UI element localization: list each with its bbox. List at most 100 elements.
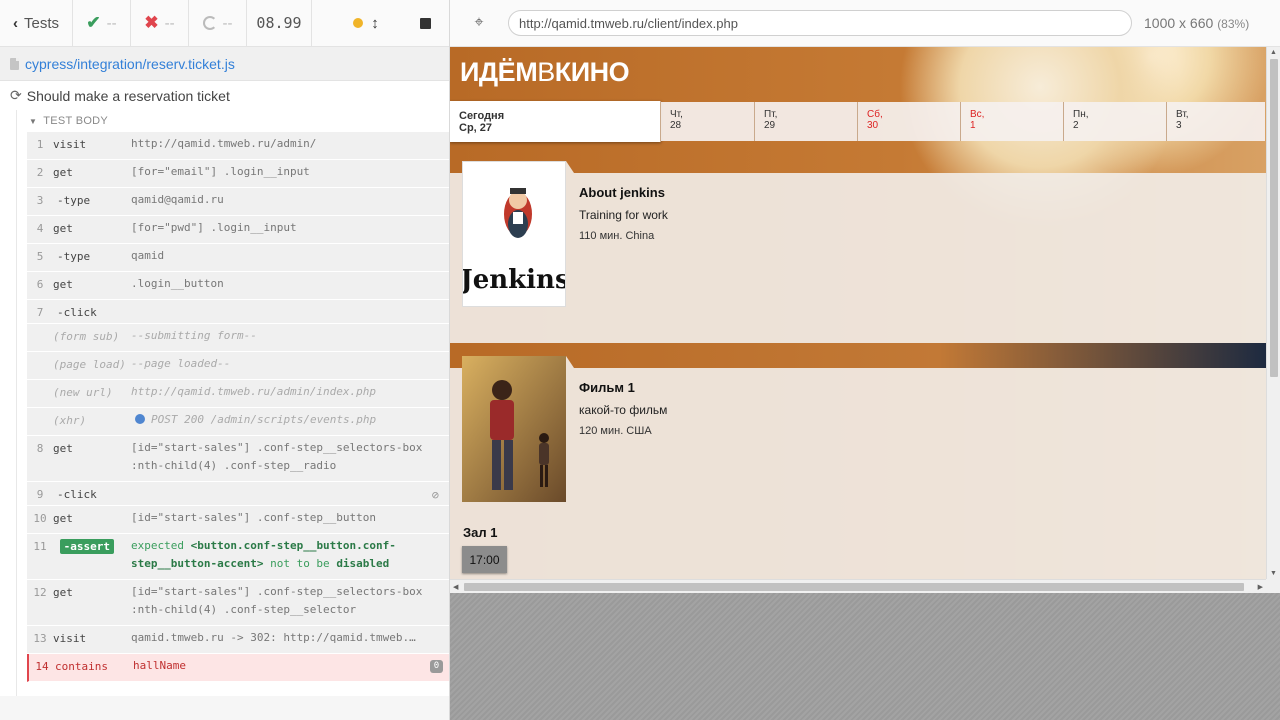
command-number: 2 (36, 166, 44, 179)
pending-circle-icon (202, 16, 217, 30)
movie-poster (462, 356, 566, 502)
scroll-down-icon[interactable]: ▼ (1270, 570, 1277, 577)
tests-back-button[interactable]: ‹ Tests (0, 0, 73, 47)
command-number (27, 324, 53, 330)
hall-name: Зал 1 (463, 525, 498, 540)
scroll-up-icon[interactable]: ▲ (1270, 49, 1277, 56)
command-row[interactable]: 10 get [id="start-sales"] .conf-step__bu… (27, 506, 449, 534)
poster-title: Jenkins (463, 265, 566, 295)
stop-button[interactable] (401, 0, 449, 47)
day-fri[interactable]: Пт, 29 (755, 102, 858, 141)
day-mon[interactable]: Пн, 2 (1064, 102, 1167, 141)
command-number: 10 (33, 512, 47, 525)
command-message: qamid (131, 249, 165, 262)
header-spacer (312, 0, 331, 47)
command-row[interactable]: 2 get [for="email"] .login__input (27, 160, 449, 188)
url-bar[interactable]: http://qamid.tmweb.ru/client/index.php (508, 10, 1132, 36)
failed-command-row[interactable]: 14 contains hallName 0 (27, 654, 449, 682)
movie-meta: 110 мин. China (579, 230, 655, 242)
command-name: get (53, 442, 73, 455)
day-dow: Пт, (764, 109, 778, 120)
command-message: POST 200 /admin/scripts/events.php (131, 405, 449, 435)
arrow-up-down-icon: ↕ (371, 14, 379, 32)
movie-meta: 120 мин. США (579, 425, 652, 437)
horizontal-scroll-thumb[interactable] (464, 583, 1244, 591)
command-name: (xhr) (53, 414, 87, 427)
test-body: ▼ TEST BODY 1 visit http://qamid.tmweb.r… (16, 110, 449, 696)
command-name: -click (57, 306, 97, 319)
day-today[interactable]: Сегодня Ср, 27 (450, 101, 661, 142)
command-row[interactable]: 12 get [id="start-sales"] .conf-step__se… (27, 580, 449, 626)
day-date: 28 (670, 120, 682, 131)
scroll-right-icon[interactable]: ▶ (1258, 583, 1263, 591)
day-dow: Сб, (867, 109, 883, 120)
command-message: [for="pwd"] .login__input (131, 221, 297, 234)
assert-state: disabled (336, 557, 390, 570)
element-count-badge: 0 (430, 660, 443, 673)
failed-count: -- (164, 14, 175, 32)
viewport-info[interactable]: 1000 x 660 (83%) (1144, 15, 1249, 31)
day-thu[interactable]: Чт, 28 (661, 102, 755, 141)
scroll-left-icon[interactable]: ◀ (453, 583, 458, 591)
horizontal-scrollbar[interactable]: ◀ ▶ (450, 579, 1266, 593)
command-name: -click (57, 488, 97, 501)
event-row[interactable]: (form sub) --submitting form-- (27, 324, 449, 352)
viewport-scale: (83%) (1217, 17, 1250, 31)
film-poster-image (462, 356, 566, 502)
test-title[interactable]: ⟳ Should make a reservation ticket (0, 81, 449, 110)
command-row[interactable]: 4 get [for="pwd"] .login__input (27, 216, 449, 244)
day-date: 1 (970, 120, 976, 131)
command-row[interactable]: 6 get .login__button (27, 272, 449, 300)
movie-description: какой-то фильм (579, 403, 668, 417)
day-dow: Сегодня (459, 110, 505, 122)
vertical-scrollbar[interactable]: ▲ ▼ (1266, 47, 1280, 579)
command-number: 5 (36, 250, 44, 263)
movie-card: Фильм 1 какой-то фильм 120 мин. США Зал … (450, 356, 1266, 580)
xhr-row[interactable]: (xhr) POST 200 /admin/scripts/events.php (27, 408, 449, 436)
auto-scroll-toggle[interactable]: ↕ (331, 0, 401, 47)
movie-title[interactable]: Фильм 1 (579, 380, 635, 395)
command-name: get (53, 166, 73, 179)
command-name: (new url) (53, 386, 113, 399)
day-tue[interactable]: Вт, 3 (1167, 102, 1265, 141)
command-message (131, 297, 449, 309)
spec-path-link[interactable]: cypress/integration/reserv.ticket.js (25, 56, 235, 72)
passed-count: -- (106, 14, 117, 32)
command-message: .login__button (131, 277, 224, 290)
command-name: -type (57, 250, 91, 263)
command-row[interactable]: 1 visit http://qamid.tmweb.ru/admin/ (27, 132, 449, 160)
day-sat[interactable]: Сб, 30 (858, 102, 961, 141)
selector-playground-crosshair-icon[interactable]: ⌖ (450, 14, 508, 32)
command-name: visit (53, 138, 87, 151)
reporter-header: ‹ Tests ✔ -- ✖ -- -- 08.99 ↕ (0, 0, 449, 47)
movie-title[interactable]: About jenkins (579, 185, 665, 200)
eye-slash-icon: ⊘ (431, 488, 439, 502)
day-sun[interactable]: Вс, 1 (961, 102, 1064, 141)
command-message: hallName (133, 659, 186, 672)
reporter-panel: ‹ Tests ✔ -- ✖ -- -- 08.99 ↕ cypress/int… (0, 0, 450, 720)
command-number: 4 (36, 222, 44, 235)
test-title-text: Should make a reservation ticket (26, 87, 230, 104)
cinema-site: ИДЁМВКИНО Сегодня Ср, 27 Чт, 28 Пт, 29 С… (450, 47, 1266, 580)
event-row[interactable]: (new url) http://qamid.tmweb.ru/admin/in… (27, 380, 449, 408)
pending-stat: -- (189, 0, 247, 47)
command-row[interactable]: 5 -type qamid (27, 244, 449, 272)
runnables: ⟳ Should make a reservation ticket ▼ TES… (0, 81, 449, 696)
command-message: qamid.tmweb.ru -> 302: http://qamid.tmwe… (131, 631, 416, 644)
day-date: Ср, 27 (459, 122, 493, 134)
logo-part-3: КИНО (554, 57, 630, 87)
assert-row[interactable]: 11 -assert expected <button.conf-step__b… (27, 534, 449, 580)
command-name: -assert (53, 534, 131, 554)
command-row[interactable]: 13 visit qamid.tmweb.ru -> 302: http://q… (27, 626, 449, 654)
day-date: 29 (764, 120, 776, 131)
seance-time-button[interactable]: 17:00 (462, 546, 507, 573)
command-message: http://qamid.tmweb.ru/admin/index.php (131, 385, 377, 398)
aut-iframe: ИДЁМВКИНО Сегодня Ср, 27 Чт, 28 Пт, 29 С… (450, 47, 1280, 593)
event-row[interactable]: (page load) --page loaded-- (27, 352, 449, 380)
command-row[interactable]: 3 -type qamid@qamid.ru (27, 188, 449, 216)
site-logo[interactable]: ИДЁМВКИНО (460, 57, 630, 88)
movie-card: Jenkins About jenkins Training for work … (450, 161, 1266, 343)
command-row[interactable]: 8 get [id="start-sales"] .conf-step__sel… (27, 436, 449, 482)
vertical-scroll-thumb[interactable] (1270, 59, 1278, 377)
spec-bar: cypress/integration/reserv.ticket.js (0, 47, 449, 81)
